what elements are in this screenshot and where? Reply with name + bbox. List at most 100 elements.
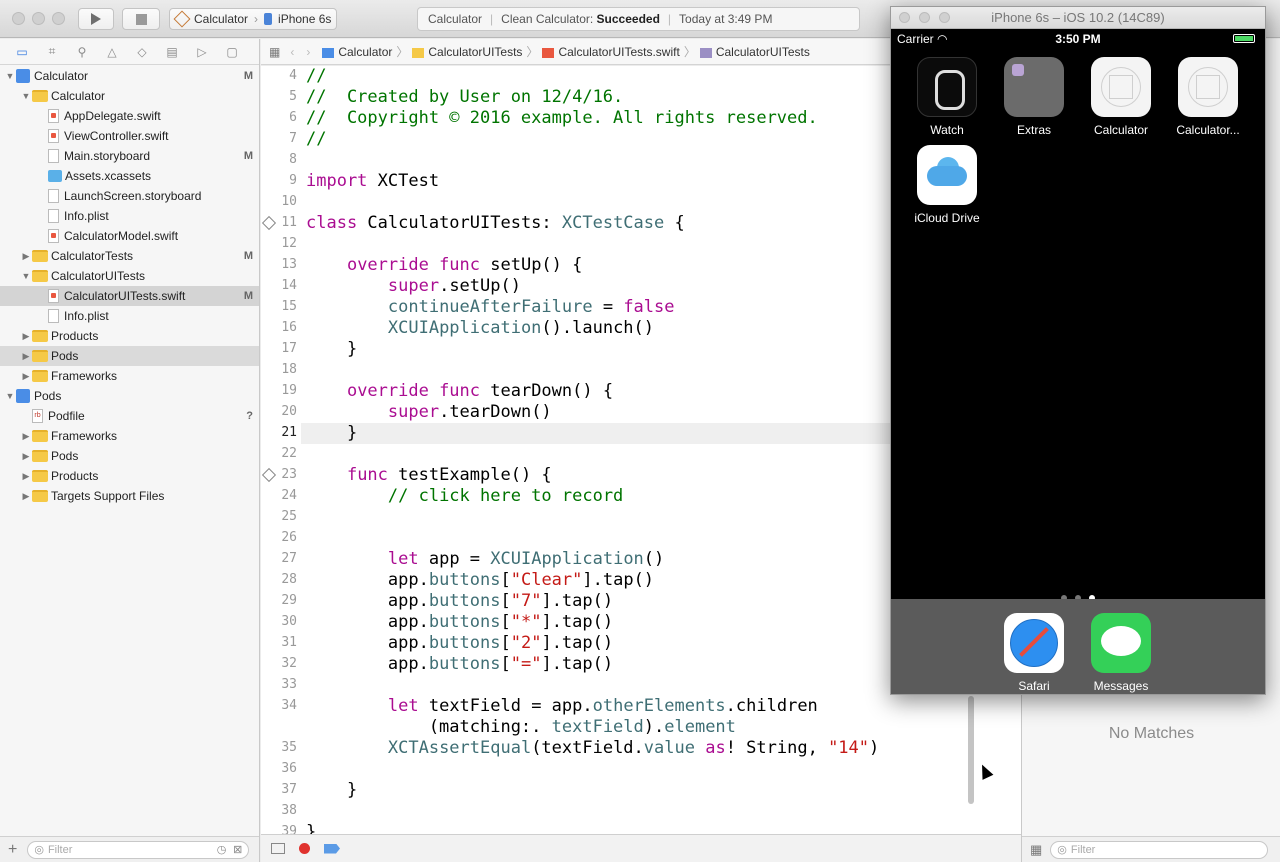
extras-folder-icon [1004, 57, 1064, 117]
app-icon-extras-folder[interactable]: Extras [994, 57, 1074, 137]
file-tree-row[interactable]: ▼ Calculator M [0, 66, 259, 86]
code-token: override func [346, 381, 481, 401]
test-icon[interactable]: ◇ [132, 45, 152, 59]
file-tree-row[interactable]: ▶ Pods [0, 446, 259, 466]
breakpoints-toggle-icon[interactable] [324, 843, 340, 854]
file-tree-row[interactable]: CalculatorUITests.swift M [0, 286, 259, 306]
file-tree-row[interactable]: ▼ Calculator [0, 86, 259, 106]
code-token: import [306, 171, 368, 191]
recent-icon[interactable]: ◷ [217, 843, 227, 856]
disclosure-closed-icon[interactable]: ▶ [20, 251, 32, 262]
file-tree-row[interactable]: LaunchScreen.storyboard [0, 186, 259, 206]
disclosure-closed-icon[interactable]: ▶ [20, 431, 32, 442]
activity-project: Calculator [428, 12, 483, 26]
file-tree-row[interactable]: ▶ Products [0, 466, 259, 486]
file-tree-row[interactable]: Main.storyboard M [0, 146, 259, 166]
file-tree-row[interactable]: ▼ CalculatorUITests [0, 266, 259, 286]
disclosure-closed-icon[interactable]: ▶ [20, 451, 32, 462]
scheme-selector[interactable]: Calculator › iPhone 6s [169, 8, 337, 30]
window-minimize-button[interactable] [32, 12, 45, 25]
breakpoint-icon[interactable]: ▷ [192, 45, 212, 59]
test-diamond-icon[interactable] [261, 467, 277, 483]
breadcrumb-item[interactable]: CalculatorUITests [428, 45, 522, 59]
report-icon[interactable]: ▢ [222, 45, 242, 59]
scroll-thumb[interactable] [968, 696, 974, 804]
disclosure-open-icon[interactable]: ▼ [20, 91, 32, 101]
run-button[interactable] [78, 8, 114, 30]
file-tree-row[interactable]: ▶ Frameworks [0, 426, 259, 446]
disclosure-closed-icon[interactable]: ▶ [20, 491, 32, 502]
disclosure-closed-icon[interactable]: ▶ [20, 471, 32, 482]
test-diamond-icon[interactable] [261, 215, 277, 231]
folder-icon[interactable]: ▭ [12, 45, 32, 59]
file-tree-row[interactable]: ViewController.swift [0, 126, 259, 146]
code-token: } [306, 822, 317, 834]
breadcrumb-item[interactable]: Calculator [338, 45, 392, 59]
disclosure-open-icon[interactable]: ▼ [4, 391, 16, 401]
debug-icon[interactable]: ▤ [162, 45, 182, 59]
file-tree-row[interactable]: Info.plist [0, 306, 259, 326]
add-icon[interactable]: + [8, 841, 17, 859]
hide-debug-area-icon[interactable] [271, 843, 285, 854]
folder-icon [32, 330, 48, 342]
breadcrumb-item[interactable]: CalculatorUITests [716, 45, 810, 59]
file-tree-row[interactable]: ▶ Frameworks [0, 366, 259, 386]
breadcrumb-item[interactable]: CalculatorUITests.swift [558, 45, 679, 59]
file-tree-row[interactable]: ▶ Products [0, 326, 259, 346]
folder-icon [32, 250, 48, 262]
disclosure-closed-icon[interactable]: ▶ [20, 371, 32, 382]
file-tree-row[interactable]: Info.plist [0, 206, 259, 226]
file-tree-row[interactable]: ▼ Pods [0, 386, 259, 406]
code-token: } [306, 423, 358, 443]
app-icon-watch[interactable]: Watch [907, 57, 987, 137]
stop-icon [135, 13, 147, 25]
app-icon-messages[interactable]: Messages [1081, 613, 1161, 693]
file-tree-row[interactable]: AppDelegate.swift [0, 106, 259, 126]
disclosure-closed-icon[interactable]: ▶ [20, 331, 32, 342]
code-line: app.buttons["7"].tap() [306, 591, 613, 612]
window-close-button[interactable] [12, 12, 25, 25]
library-filter-input[interactable]: ◎ Filter [1050, 840, 1269, 859]
window-zoom-button[interactable] [52, 12, 65, 25]
disclosure-closed-icon[interactable]: ▶ [20, 351, 32, 362]
disclosure-open-icon[interactable]: ▼ [20, 271, 32, 281]
folder-icon [412, 47, 425, 58]
code-token: "14" [828, 738, 870, 758]
stop-button[interactable] [122, 8, 160, 30]
editor-scrollbar[interactable] [966, 696, 976, 834]
line-number: 19 [281, 383, 297, 398]
app-icon-icloud-drive[interactable]: iCloud Drive [907, 145, 987, 225]
search-icon[interactable]: ⚲ [72, 45, 92, 59]
record-icon[interactable] [299, 843, 310, 854]
file-tree-row[interactable]: ▶ Pods [0, 346, 259, 366]
app-icon-calculator-app[interactable]: Calculator [1081, 57, 1161, 137]
code-line: } [306, 423, 357, 444]
code-token: func [346, 465, 388, 485]
line-number: 4 [289, 68, 297, 83]
file-tree-row[interactable]: rb Podfile? [0, 406, 259, 426]
back-icon[interactable]: ‹ [290, 45, 294, 59]
code-token: "=" [510, 654, 542, 674]
line-number-gutter: 4 5 6 7 8 9 10 11 12 13 14 15 16 17 18 19 20 21 22 23 24 25 26… [261, 66, 301, 834]
simulator-minimize-button[interactable] [919, 12, 930, 23]
app-icon-safari[interactable]: Safari [994, 613, 1074, 693]
source-control-icon[interactable]: ⌗ [42, 44, 62, 59]
related-items-icon[interactable]: ▦ [269, 45, 280, 59]
disclosure-open-icon[interactable]: ▼ [4, 71, 16, 81]
app-icon-calculator-ui-tests-app[interactable]: Calculator... [1168, 57, 1248, 137]
forward-icon[interactable]: › [306, 45, 310, 59]
source-filter-icon[interactable]: ⊠ [233, 843, 242, 856]
grid-view-icon[interactable]: ▦ [1030, 842, 1042, 858]
simulator-zoom-button[interactable] [939, 12, 950, 23]
file-tree-row[interactable]: Assets.xcassets [0, 166, 259, 186]
file-tree-row[interactable]: CalculatorModel.swift [0, 226, 259, 246]
navigator-filter-input[interactable]: ◎ Filter ◷ ⊠ [27, 840, 250, 859]
watch-icon [917, 57, 977, 117]
file-tree-row[interactable]: ▶ CalculatorTests M [0, 246, 259, 266]
warning-icon[interactable]: △ [102, 45, 122, 59]
simulator-close-button[interactable] [899, 12, 910, 23]
file-tree-row[interactable]: ▶ Targets Support Files [0, 486, 259, 506]
